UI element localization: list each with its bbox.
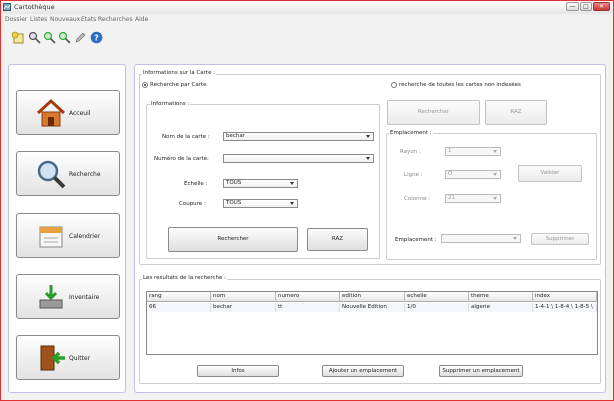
calendar-icon: [39, 226, 63, 248]
cell-nom: bechar: [211, 303, 276, 312]
rechercher-unindexed-button[interactable]: Rechercher: [387, 100, 480, 125]
valider-button[interactable]: Valider: [518, 165, 582, 182]
ligne-select-value: O: [448, 171, 453, 177]
results-title: Les resultats de la recherche :: [142, 275, 227, 281]
emplacement-title: Emplacement :: [389, 130, 433, 136]
numero-label: Numéro de la carte:: [154, 156, 209, 162]
edit-icon[interactable]: [74, 31, 87, 44]
magnifier-icon: [37, 160, 66, 189]
menu-aide[interactable]: Aide: [135, 16, 148, 23]
radio-search-by-card[interactable]: [142, 82, 148, 88]
raz-button[interactable]: RAZ: [307, 228, 368, 251]
zoom-in-icon[interactable]: [43, 31, 56, 44]
coupure-select[interactable]: TOUS: [223, 199, 298, 208]
title-bar: [1, 1, 613, 14]
nom-select[interactable]: bechar: [223, 132, 374, 141]
results-table: rang nom numero edition echelle theme in…: [146, 291, 598, 355]
chevron-down-icon: [493, 150, 497, 153]
zoom-out-icon[interactable]: [58, 31, 71, 44]
column-header-numero[interactable]: numero: [276, 292, 340, 302]
column-header-edition[interactable]: edition: [340, 292, 405, 302]
echelle-label: Echelle :: [184, 181, 208, 187]
search-icon[interactable]: [28, 31, 41, 44]
home-icon: [36, 98, 66, 127]
nav-recherche-label: Recherche: [69, 171, 101, 178]
nav-calendrier-label: Calendrier: [69, 233, 101, 240]
card-info-title: Informations sur la Carte :: [142, 70, 217, 76]
chevron-down-icon: [513, 237, 517, 240]
add-location-button[interactable]: Ajouter un emplacement: [322, 365, 404, 377]
rechercher-button[interactable]: Rechercher: [168, 227, 298, 252]
toolbar: ?: [1, 27, 613, 49]
cell-numero: tt: [276, 303, 340, 312]
menu-bar: Dossier Listes Nouveaux Etats Recherches…: [1, 15, 613, 25]
chevron-down-icon: [493, 173, 497, 176]
nav-quitter-label: Quitter: [69, 355, 91, 362]
nom-label: Nom de la carte :: [162, 134, 210, 140]
chevron-down-icon: [290, 182, 294, 185]
menu-recherches[interactable]: Recherches: [98, 16, 133, 23]
chevron-down-icon: [493, 197, 497, 200]
colonne-select-value: 21: [448, 195, 455, 201]
colonne-select[interactable]: 21: [445, 194, 501, 203]
app-icon: [3, 3, 11, 11]
navigation-panel: Acceuil Recherche Calendrier Inventaire …: [8, 64, 126, 393]
nav-calendrier-button[interactable]: Calendrier: [16, 213, 120, 258]
ligne-select[interactable]: O: [445, 170, 501, 179]
supprimer-button[interactable]: Supprimer: [531, 233, 589, 245]
close-button[interactable]: ✕: [593, 2, 610, 11]
nom-select-value: bechar: [226, 133, 246, 139]
ligne-label: Ligne :: [404, 172, 423, 178]
nav-recherche-button[interactable]: Recherche: [16, 151, 120, 196]
cell-echelle: 1/0: [405, 303, 469, 312]
nav-acceuil-button[interactable]: Acceuil: [16, 90, 120, 135]
exit-icon: [40, 345, 65, 371]
help-icon[interactable]: ?: [90, 31, 103, 44]
column-header-echelle[interactable]: echelle: [405, 292, 469, 302]
colonne-label: Colonne :: [404, 196, 431, 202]
window-title: Cartothèque: [14, 3, 55, 11]
menu-etats[interactable]: Etats: [81, 16, 96, 23]
menu-dossier[interactable]: Dossier: [5, 16, 27, 23]
rayon-select-value: 1: [448, 148, 452, 154]
cell-rang: 66: [147, 303, 211, 312]
nav-acceuil-label: Acceuil: [69, 110, 91, 117]
nav-quitter-button[interactable]: Quitter: [16, 335, 120, 380]
column-header-nom[interactable]: nom: [211, 292, 276, 302]
inventory-icon: [39, 285, 63, 309]
minimize-button[interactable]: —: [566, 2, 579, 11]
coupure-select-value: TOUS: [226, 200, 242, 206]
radio-unindexed[interactable]: [391, 82, 397, 88]
infos-button[interactable]: Infos: [197, 365, 279, 377]
emplacement-select[interactable]: [441, 234, 521, 243]
column-header-rang[interactable]: rang: [147, 292, 211, 302]
svg-text:?: ?: [94, 34, 99, 43]
remove-location-button[interactable]: Supprimer un emplacement: [439, 365, 523, 377]
cell-index: 1-4-1 \ 1-8-4 \ 1-8-5 \: [533, 303, 597, 312]
echelle-select-value: TOUS: [226, 180, 242, 186]
menu-nouveaux[interactable]: Nouveaux: [50, 16, 80, 23]
radio-unindexed-label: recherche de toutes les cartes non index…: [399, 82, 521, 88]
radio-search-by-card-label: Recherche par Carte: [150, 82, 207, 88]
maximize-button[interactable]: □: [580, 2, 592, 11]
rayon-label: Rayon :: [400, 149, 421, 155]
nav-inventaire-label: Inventaire: [69, 294, 100, 301]
numero-select[interactable]: [223, 154, 374, 163]
rayon-select[interactable]: 1: [445, 147, 501, 156]
nav-inventaire-button[interactable]: Inventaire: [16, 274, 120, 319]
menu-listes[interactable]: Listes: [30, 16, 47, 23]
cell-theme: algerie: [469, 303, 533, 312]
column-header-index[interactable]: index: [533, 292, 597, 302]
coupure-label: Coupure :: [179, 201, 206, 207]
column-header-theme[interactable]: theme: [469, 292, 533, 302]
chevron-down-icon: [366, 135, 370, 138]
add-card-icon[interactable]: [11, 31, 24, 44]
raz-unindexed-button[interactable]: RAZ: [485, 100, 547, 125]
emplacement-label: Emplacement :: [395, 237, 437, 243]
chevron-down-icon: [290, 202, 294, 205]
cell-edition: Nouvelle Edition: [340, 303, 405, 312]
chevron-down-icon: [366, 157, 370, 160]
informations-title: Informations :: [150, 101, 191, 107]
echelle-select[interactable]: TOUS: [223, 179, 298, 188]
